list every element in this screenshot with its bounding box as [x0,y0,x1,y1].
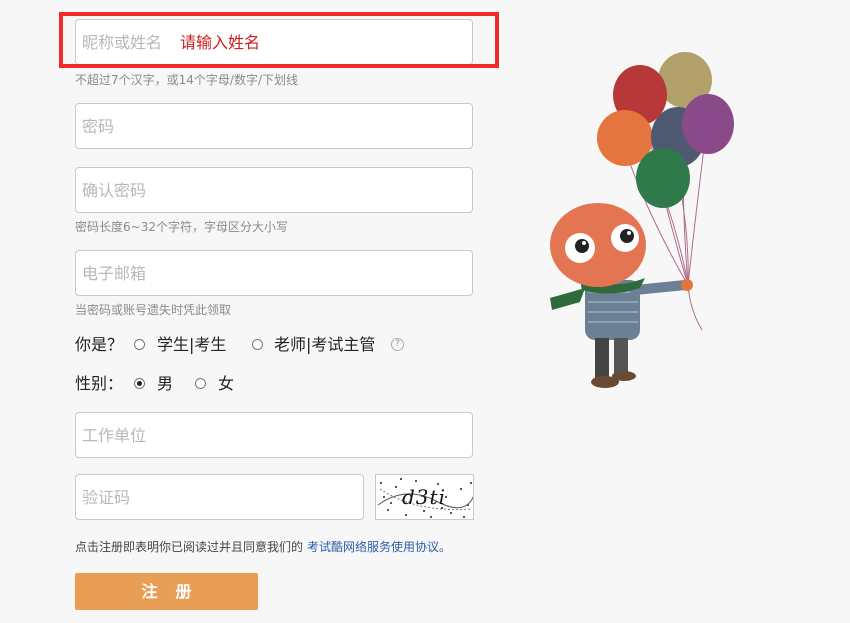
gender-label: 性别： [75,374,124,393]
email-hint: 当密码或账号遗失时凭此领取 [75,303,232,317]
role-label: 你是？ [75,335,124,354]
agreement-text: 点击注册即表明你已阅读过并且同意我们的 [75,540,304,554]
nickname-highlight-frame [59,12,499,68]
confirm-password-placeholder: 确认密码 [82,181,147,200]
captcha-image[interactable]: d3ti [375,474,474,520]
gender-male-label[interactable]: 男 [157,374,173,394]
gender-female-label[interactable]: 女 [218,374,234,394]
captcha-input[interactable]: 验证码 [75,474,364,520]
agreement-line: 点击注册即表明你已阅读过并且同意我们的 考试酷网络服务使用协议。 [75,539,451,555]
help-icon[interactable]: ? [391,338,404,351]
nickname-hint: 不超过7个汉字，或14个字母/数字/下划线 [75,73,298,87]
gender-female-radio[interactable] [195,378,206,389]
email-input[interactable]: 电子邮箱 [75,250,473,296]
password-hint: 密码长度6~32个字符，字母区分大小写 [75,220,288,234]
email-placeholder: 电子邮箱 [82,264,147,283]
confirm-password-input[interactable]: 确认密码 [75,167,473,213]
password-placeholder: 密码 [82,117,115,136]
workplace-placeholder: 工作单位 [82,426,147,445]
balloon-mascot-icon [540,40,750,404]
register-button[interactable]: 注册 [75,573,258,610]
role-teacher-label[interactable]: 老师|考试主管 [274,335,375,355]
role-student-label[interactable]: 学生|考生 [157,335,226,355]
captcha-placeholder: 验证码 [82,488,131,507]
password-input[interactable]: 密码 [75,103,473,149]
agreement-link[interactable]: 考试酷网络服务使用协议。 [307,540,451,554]
captcha-text: d3ti [402,485,446,509]
role-teacher-radio[interactable] [252,339,263,350]
workplace-input[interactable]: 工作单位 [75,412,473,458]
gender-male-radio[interactable] [134,378,145,389]
role-student-radio[interactable] [134,339,145,350]
